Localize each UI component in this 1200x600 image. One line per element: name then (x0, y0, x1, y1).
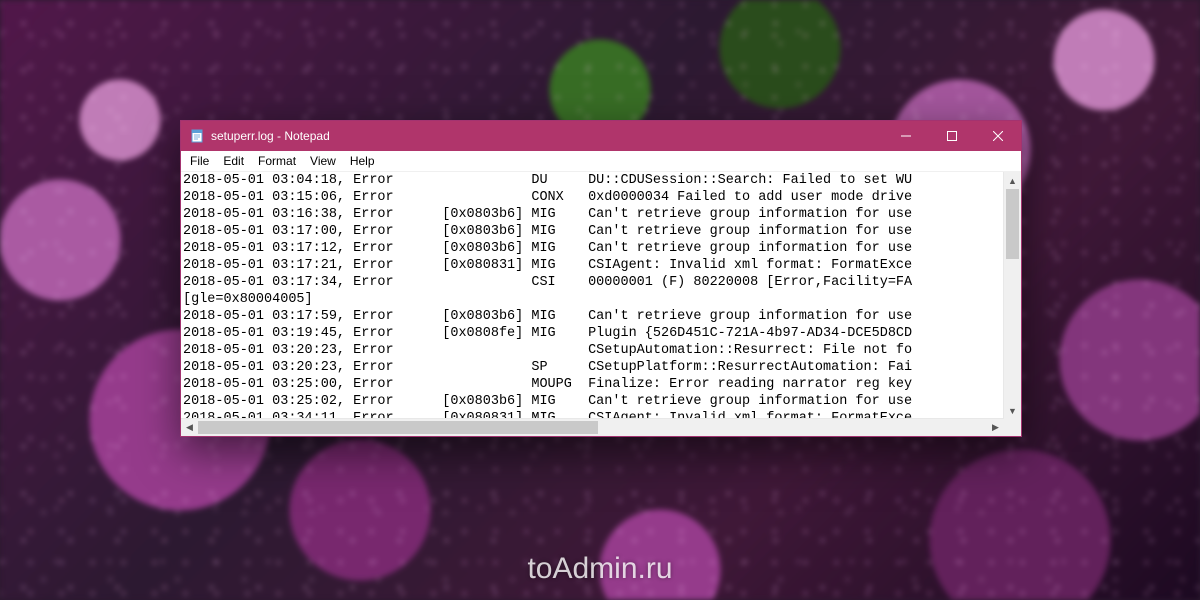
menu-edit[interactable]: Edit (216, 152, 251, 170)
menu-help[interactable]: Help (343, 152, 382, 170)
maximize-button[interactable] (929, 121, 975, 151)
vertical-scroll-thumb[interactable] (1006, 189, 1019, 259)
close-button[interactable] (975, 121, 1021, 151)
minimize-button[interactable] (883, 121, 929, 151)
content-area: 2018-05-01 03:04:18, Error DU DU::CDUSes… (181, 172, 1021, 436)
window-title: setuperr.log - Notepad (211, 129, 883, 143)
titlebar[interactable]: setuperr.log - Notepad (181, 121, 1021, 151)
menu-file[interactable]: File (183, 152, 216, 170)
menu-format[interactable]: Format (251, 152, 303, 170)
text-editor[interactable]: 2018-05-01 03:04:18, Error DU DU::CDUSes… (181, 172, 1004, 419)
vertical-scroll-track[interactable] (1004, 189, 1021, 402)
horizontal-scroll-track[interactable] (198, 419, 987, 436)
scroll-down-icon[interactable]: ▼ (1004, 402, 1021, 419)
menubar: File Edit Format View Help (181, 151, 1021, 172)
vertical-scrollbar[interactable]: ▲ ▼ (1003, 172, 1021, 419)
scroll-left-icon[interactable]: ◀ (181, 419, 198, 436)
scroll-up-icon[interactable]: ▲ (1004, 172, 1021, 189)
notepad-app-icon (189, 128, 205, 144)
scroll-right-icon[interactable]: ▶ (987, 419, 1004, 436)
window-controls (883, 121, 1021, 151)
horizontal-scrollbar[interactable]: ◀ ▶ (181, 418, 1004, 436)
menu-view[interactable]: View (303, 152, 343, 170)
scroll-corner (1004, 419, 1021, 436)
notepad-window: setuperr.log - Notepad File Edit Format … (180, 120, 1022, 437)
horizontal-scroll-thumb[interactable] (198, 421, 598, 434)
